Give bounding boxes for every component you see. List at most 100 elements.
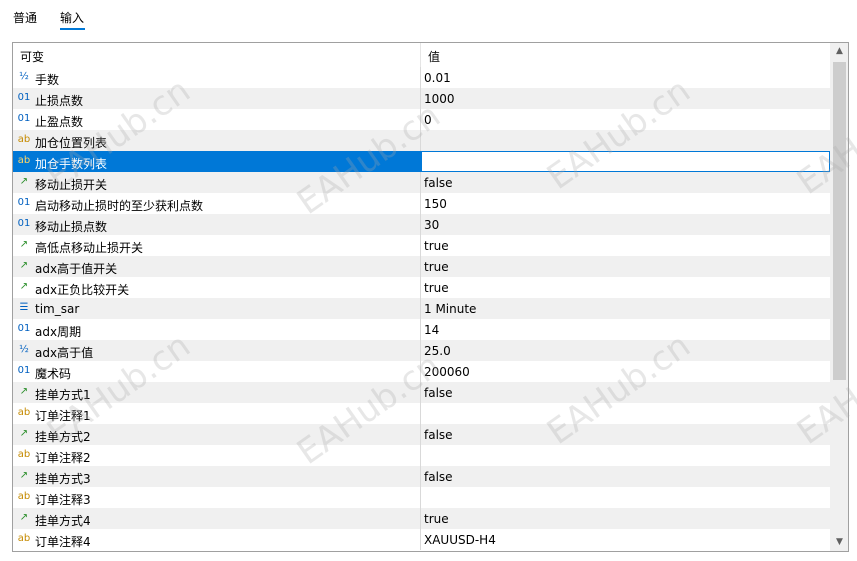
value-cell[interactable]	[421, 487, 830, 508]
input-row[interactable]: ↗ adx正负比较开关 true	[13, 277, 830, 298]
input-value[interactable]: 30	[424, 218, 439, 232]
input-row[interactable]: ↗ 挂单方式1 false	[13, 382, 830, 403]
input-row[interactable]: 01 止损点数 1000	[13, 88, 830, 109]
input-value[interactable]: true	[424, 281, 449, 295]
input-row[interactable]: 01 adx周期 14	[13, 319, 830, 340]
column-header-name[interactable]: 可变	[20, 48, 44, 65]
input-name: 移动止损点数	[35, 220, 108, 234]
bool-type-icon: ↗	[19, 512, 29, 523]
input-value[interactable]: false	[424, 176, 453, 190]
value-cell[interactable]	[421, 151, 830, 172]
cell-divider	[420, 88, 421, 109]
grid-header: 可变 值	[13, 43, 830, 68]
cell-divider	[420, 403, 421, 424]
input-value[interactable]: false	[424, 470, 453, 484]
value-cell[interactable]	[421, 403, 830, 424]
value-cell[interactable]	[421, 130, 830, 151]
input-value[interactable]: 25.0	[424, 344, 451, 358]
input-row[interactable]: 01 启动移动止损时的至少获利点数 150	[13, 193, 830, 214]
scroll-down-arrow-icon[interactable]: ▼	[831, 534, 848, 551]
input-row[interactable]: ab 订单注释4 XAUUSD-H4	[13, 529, 830, 550]
input-value[interactable]: 0	[424, 113, 432, 127]
input-name: 订单注释2	[35, 451, 91, 465]
input-row[interactable]: 01 止盈点数 0	[13, 109, 830, 130]
value-cell[interactable]	[421, 382, 830, 403]
bool-type-icon: ↗	[19, 281, 29, 292]
input-row[interactable]: ↗ 高低点移动止损开关 true	[13, 235, 830, 256]
bool-type-icon: ↗	[19, 470, 29, 481]
input-row[interactable]: ↗ adx高于值开关 true	[13, 256, 830, 277]
value-cell[interactable]	[421, 67, 830, 88]
vertical-scrollbar[interactable]: ▲ ▼	[830, 43, 848, 551]
value-cell[interactable]	[421, 445, 830, 466]
scroll-up-arrow-icon[interactable]: ▲	[831, 43, 848, 60]
value-cell[interactable]	[421, 109, 830, 130]
string-type-icon: ab	[17, 155, 31, 166]
cell-divider	[420, 508, 421, 529]
value-cell[interactable]	[421, 319, 830, 340]
value-cell[interactable]	[421, 256, 830, 277]
value-cell[interactable]	[421, 88, 830, 109]
value-cell[interactable]	[421, 235, 830, 256]
input-row[interactable]: ↗ 挂单方式3 false	[13, 466, 830, 487]
input-row[interactable]: ↗ 挂单方式4 true	[13, 508, 830, 529]
column-header-value[interactable]: 值	[428, 48, 440, 65]
value-cell[interactable]	[421, 298, 830, 319]
input-row[interactable]: ab 加仓位置列表	[13, 130, 830, 151]
input-value[interactable]: 1 Minute	[424, 302, 476, 316]
input-value[interactable]: XAUUSD-H4	[424, 533, 496, 547]
inputs-grid[interactable]: 可变 值 ½ 手数 0.01 01 止损点数 1000 01 止盈点数 0 ab 加仓位置列表 ab 加…	[12, 42, 849, 552]
input-value[interactable]: 0.01	[424, 71, 451, 85]
tab-common[interactable]: 普通	[13, 9, 37, 26]
input-row[interactable]: ↗ 移动止损开关 false	[13, 172, 830, 193]
cell-divider	[420, 340, 421, 361]
input-value[interactable]: 14	[424, 323, 439, 337]
active-tab-indicator	[60, 28, 85, 30]
value-cell[interactable]	[421, 424, 830, 445]
input-value[interactable]: true	[424, 260, 449, 274]
input-name: 订单注释3	[35, 493, 91, 507]
input-row[interactable]: ab 订单注释3	[13, 487, 830, 508]
cell-divider	[420, 151, 421, 172]
tab-inputs[interactable]: 输入	[60, 9, 84, 26]
value-cell[interactable]	[421, 340, 830, 361]
bool-type-icon: ↗	[19, 239, 29, 250]
input-value[interactable]: true	[424, 239, 449, 253]
value-cell[interactable]	[421, 214, 830, 235]
cell-divider	[420, 298, 421, 319]
value-cell[interactable]	[421, 466, 830, 487]
input-value[interactable]: false	[424, 428, 453, 442]
input-value[interactable]: 1000	[424, 92, 455, 106]
input-row[interactable]: ab 订单注释1	[13, 403, 830, 424]
input-value[interactable]: false	[424, 386, 453, 400]
input-value[interactable]: 150	[424, 197, 447, 211]
value-cell[interactable]	[421, 172, 830, 193]
input-value[interactable]: 200060	[424, 365, 470, 379]
value-cell[interactable]	[421, 508, 830, 529]
input-row[interactable]: 01 魔术码 200060	[13, 361, 830, 382]
input-row[interactable]: ab 加仓手数列表	[13, 151, 830, 172]
value-cell[interactable]	[421, 361, 830, 382]
scrollbar-thumb[interactable]	[833, 62, 846, 380]
enum-type-icon: ☰	[19, 302, 29, 313]
column-divider[interactable]	[420, 43, 421, 67]
input-row[interactable]: ☰ tim_sar 1 Minute	[13, 298, 830, 319]
cell-divider	[420, 130, 421, 151]
cell-divider	[420, 319, 421, 340]
input-row[interactable]: ½ 手数 0.01	[13, 67, 830, 88]
input-row[interactable]: ½ adx高于值 25.0	[13, 340, 830, 361]
value-cell[interactable]	[421, 277, 830, 298]
grid-rows: ½ 手数 0.01 01 止损点数 1000 01 止盈点数 0 ab 加仓位置列表 ab 加仓手数列表…	[13, 67, 830, 551]
cell-divider	[420, 193, 421, 214]
int-type-icon: 01	[17, 113, 31, 124]
string-type-icon: ab	[17, 407, 31, 418]
int-type-icon: 01	[17, 365, 31, 376]
bool-type-icon: ↗	[19, 260, 29, 271]
input-row[interactable]: 01 移动止损点数 30	[13, 214, 830, 235]
input-row[interactable]: ab 订单注释2	[13, 445, 830, 466]
input-row[interactable]: ↗ 挂单方式2 false	[13, 424, 830, 445]
input-name: 启动移动止损时的至少获利点数	[35, 199, 204, 213]
input-name: 魔术码	[35, 367, 72, 381]
value-cell[interactable]	[421, 193, 830, 214]
input-value[interactable]: true	[424, 512, 449, 526]
